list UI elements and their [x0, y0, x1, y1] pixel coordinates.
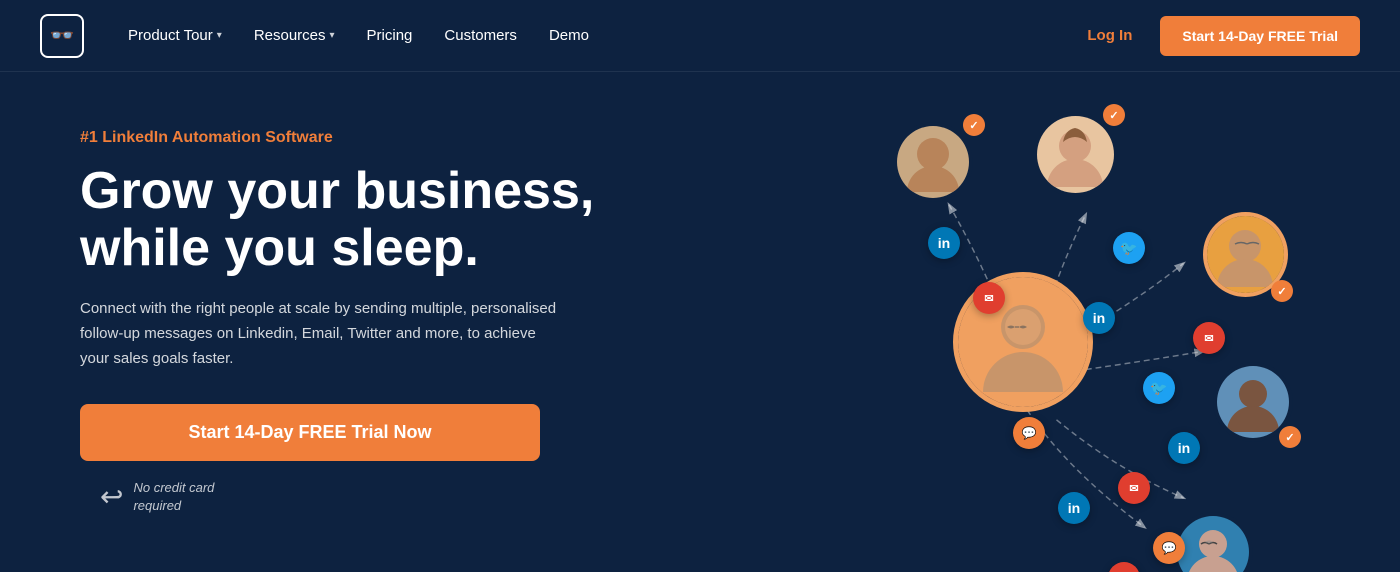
- twitter-bubble-2: 🐦: [1143, 372, 1175, 404]
- twitter-bubble-1: 🐦: [1113, 232, 1145, 264]
- linkedin-bubble-3: in: [1168, 432, 1200, 464]
- navbar: 👓 Product Tour ▾ Resources ▾ Pricing Cus…: [0, 0, 1400, 72]
- check-badge-3: ✓: [1271, 280, 1293, 302]
- nav-item-pricing[interactable]: Pricing: [353, 19, 427, 52]
- linkedin-bubble-4: in: [1058, 492, 1090, 524]
- login-button[interactable]: Log In: [1075, 19, 1144, 52]
- no-credit-text: No credit cardrequired: [133, 479, 214, 515]
- nav-item-customers[interactable]: Customers: [430, 19, 531, 52]
- nav-right: Log In Start 14-Day FREE Trial: [1075, 16, 1360, 56]
- nav-item-demo[interactable]: Demo: [535, 19, 603, 52]
- nav-item-resources[interactable]: Resources ▾: [240, 19, 349, 52]
- linkedin-bubble-2: in: [1083, 302, 1115, 334]
- message-bubble-2: 💬: [1153, 532, 1185, 564]
- hero-right: ✓ ✓ ✓: [773, 72, 1340, 572]
- hero-left: #1 LinkedIn Automation Software Grow you…: [80, 129, 773, 515]
- hero-title: Grow your business, while you sleep.: [80, 163, 733, 277]
- email-bubble-3: ✉: [1118, 472, 1150, 504]
- nav-trial-button[interactable]: Start 14-Day FREE Trial: [1160, 16, 1360, 56]
- swirl-icon: ↩: [100, 480, 123, 513]
- hero-section: #1 LinkedIn Automation Software Grow you…: [0, 72, 1400, 572]
- email-bubble-2: ✉: [1193, 322, 1225, 354]
- logo[interactable]: 👓: [40, 14, 84, 58]
- linkedin-bubble-1: in: [928, 227, 960, 259]
- check-badge-2: ✓: [1103, 104, 1125, 126]
- hero-description: Connect with the right people at scale b…: [80, 297, 560, 371]
- message-bubble-1: 💬: [1013, 417, 1045, 449]
- logo-icon: 👓: [40, 14, 84, 58]
- no-credit-note: ↩ No credit cardrequired: [100, 479, 733, 515]
- check-badge-4: ✓: [1279, 426, 1301, 448]
- hero-trial-button[interactable]: Start 14-Day FREE Trial Now: [80, 404, 540, 461]
- check-badge-1: ✓: [963, 114, 985, 136]
- email-bubble-1: ✉: [973, 282, 1005, 314]
- chevron-down-icon: ▾: [330, 30, 335, 41]
- avatar-top-center: [1033, 112, 1118, 197]
- nav-links: Product Tour ▾ Resources ▾ Pricing Custo…: [114, 19, 1075, 52]
- chevron-down-icon: ▾: [217, 30, 222, 41]
- hero-tagline: #1 LinkedIn Automation Software: [80, 129, 733, 147]
- avatar-top-left: [893, 122, 973, 202]
- nav-item-product-tour[interactable]: Product Tour ▾: [114, 19, 236, 52]
